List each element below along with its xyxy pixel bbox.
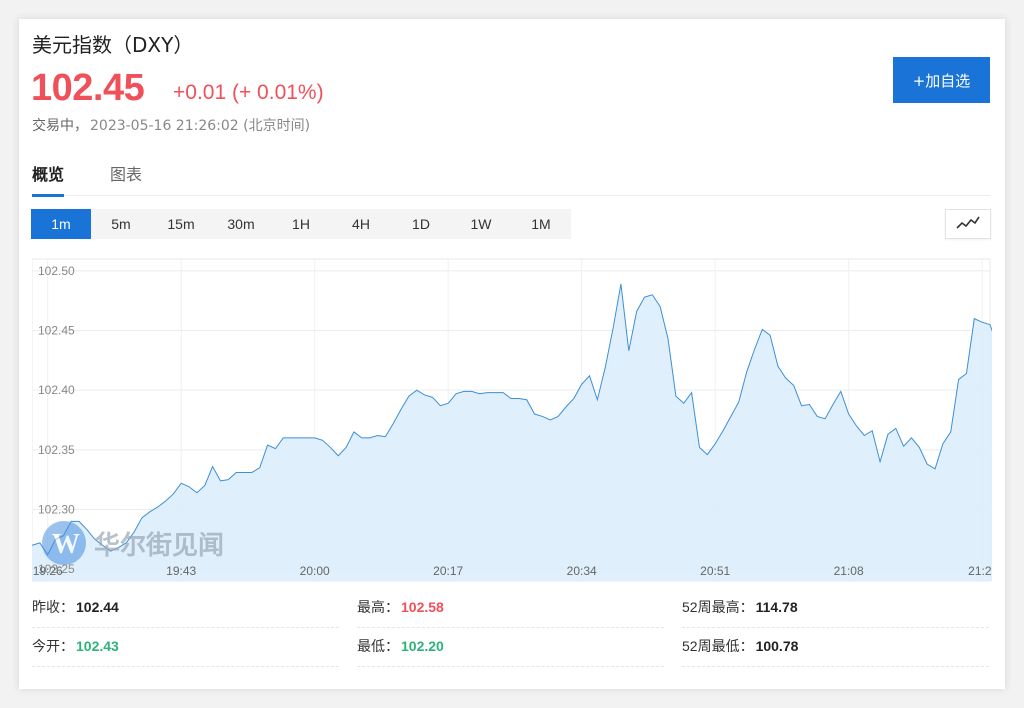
period-15m[interactable]: 15m	[151, 209, 211, 239]
stat-value: 102.20	[401, 638, 444, 654]
period-4h[interactable]: 4H	[331, 209, 391, 239]
price-change: +0.01 (+ 0.01%)	[173, 81, 324, 104]
stat-52w-low: 52周最低： 100.78	[682, 628, 989, 667]
quote-card: 美元指数（DXY） 102.45 +0.01 (+ 0.01%) 交易中， 202…	[19, 19, 1005, 689]
stat-open: 今开： 102.43	[32, 628, 339, 667]
chart-type-button[interactable]	[945, 209, 991, 239]
tab-chart[interactable]: 图表	[110, 161, 142, 194]
period-1w[interactable]: 1W	[451, 209, 511, 239]
x-tick-label: 19:26	[33, 564, 63, 578]
quote-timestamp: 2023-05-16 21:26:02 (北京时间)	[90, 118, 311, 134]
logo-mark: W	[52, 529, 80, 560]
y-tick-label: 102.50	[38, 264, 75, 278]
line-chart-icon	[956, 216, 980, 229]
period-1m[interactable]: 1m	[31, 209, 91, 239]
x-tick-label: 20:34	[567, 564, 597, 578]
x-tick-label: 20:17	[433, 564, 463, 578]
stat-label: 今开：	[32, 638, 74, 654]
stat-value: 102.44	[76, 599, 119, 615]
stat-label: 昨收：	[32, 599, 74, 615]
period-30m[interactable]: 30m	[211, 209, 271, 239]
y-tick-label: 102.40	[38, 383, 75, 397]
stat-value: 100.78	[755, 638, 799, 654]
stat-label: 最高：	[357, 599, 399, 615]
trading-status: 交易中， 2023-05-16 21:26:02 (北京时间)	[32, 115, 310, 135]
add-watchlist-button[interactable]: +加自选	[893, 57, 990, 103]
price-chart: W 华尔街见闻102.50102.45102.40102.35102.30102.…	[32, 258, 992, 582]
period-selector: 1m 5m 15m 30m 1H 4H 1D 1W 1M	[31, 209, 571, 239]
period-1mo[interactable]: 1M	[511, 209, 571, 239]
stat-prev-close: 昨收： 102.44	[32, 589, 339, 628]
x-tick-label: 21:2	[968, 564, 992, 578]
y-tick-label: 102.45	[38, 324, 75, 338]
period-1h[interactable]: 1H	[271, 209, 331, 239]
x-tick-label: 19:43	[166, 564, 196, 578]
stat-value: 114.78	[755, 599, 798, 615]
page-title: 美元指数（DXY）	[32, 33, 194, 57]
watermark-text: 华尔街见闻	[94, 530, 224, 561]
watermark-logo: W	[42, 521, 86, 565]
x-tick-label: 21:08	[834, 564, 864, 578]
tab-overview[interactable]: 概览	[32, 161, 65, 197]
stat-value: 102.43	[76, 638, 119, 654]
status-text: 交易中，	[32, 118, 88, 134]
period-5m[interactable]: 5m	[91, 209, 151, 239]
last-price: 102.45	[31, 67, 145, 109]
y-tick-label: 102.30	[38, 502, 75, 516]
x-tick-label: 20:00	[300, 564, 330, 578]
stat-label: 52周最低：	[682, 638, 754, 654]
stat-high: 最高： 102.58	[357, 589, 664, 628]
y-tick-label: 102.35	[38, 443, 75, 457]
stat-low: 最低： 102.20	[357, 628, 664, 667]
tab-bar: 概览 图表	[32, 159, 990, 197]
period-1d[interactable]: 1D	[391, 209, 451, 239]
stat-value: 102.58	[401, 599, 444, 615]
stat-52w-high: 52周最高： 114.78	[682, 589, 989, 628]
x-tick-label: 20:51	[700, 564, 730, 578]
stat-label: 最低：	[357, 638, 399, 654]
stat-label: 52周最高：	[682, 599, 754, 615]
